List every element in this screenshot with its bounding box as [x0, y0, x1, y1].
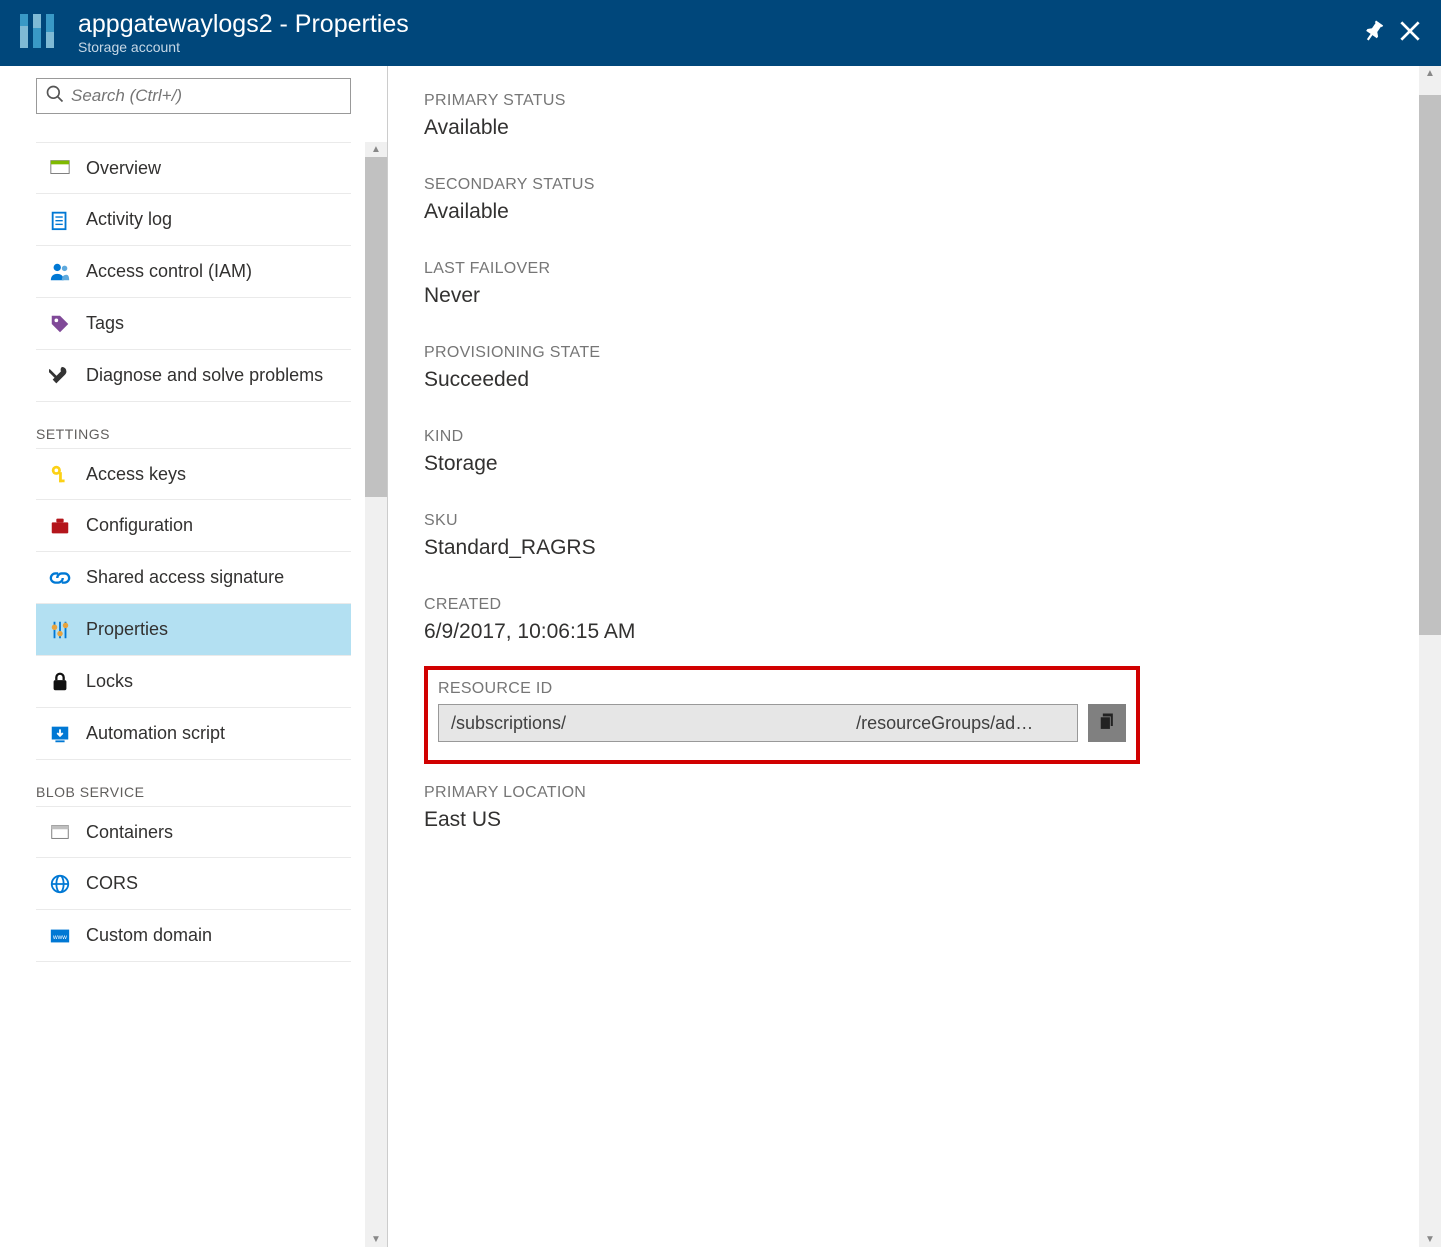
tools-icon: [46, 365, 74, 387]
sidebar-item-locks[interactable]: Locks: [36, 656, 351, 708]
toolbox-icon: [46, 515, 74, 537]
copy-icon: [1097, 711, 1117, 736]
sidebar-item-label: Configuration: [86, 515, 193, 536]
sidebar-item-label: Containers: [86, 822, 173, 843]
scroll-up-icon[interactable]: ▲: [1425, 66, 1435, 81]
sidebar-item-overview[interactable]: Overview: [36, 142, 351, 194]
field-value-created: 6/9/2017, 10:06:15 AM: [424, 620, 1405, 644]
sidebar: Overview Activity log Access control (IA…: [0, 66, 388, 1247]
scrollbar-thumb[interactable]: [365, 157, 387, 497]
sidebar-item-label: Locks: [86, 671, 133, 692]
sidebar-item-access-keys[interactable]: Access keys: [36, 448, 351, 500]
content-panel: PRIMARY STATUS Available SECONDARY STATU…: [388, 66, 1441, 1247]
sidebar-item-label: Tags: [86, 313, 124, 334]
activity-log-icon: [46, 209, 74, 231]
sidebar-item-activity-log[interactable]: Activity log: [36, 194, 351, 246]
scroll-down-icon[interactable]: ▼: [1425, 1232, 1435, 1247]
resource-id-highlight: RESOURCE ID: [424, 666, 1140, 764]
field-label-sku: SKU: [424, 512, 1405, 530]
scroll-down-icon[interactable]: ▼: [371, 1232, 381, 1247]
sidebar-scrollbar[interactable]: ▲ ▼: [365, 142, 387, 1247]
globe-icon: [46, 873, 74, 895]
lock-icon: [46, 671, 74, 693]
sidebar-item-label: Automation script: [86, 723, 225, 744]
field-value-kind: Storage: [424, 452, 1405, 476]
sidebar-item-label: Overview: [86, 158, 161, 179]
sliders-icon: [46, 619, 74, 641]
scroll-up-icon[interactable]: ▲: [371, 142, 381, 157]
field-value-last-failover: Never: [424, 284, 1405, 308]
sidebar-item-configuration[interactable]: Configuration: [36, 500, 351, 552]
close-icon[interactable]: [1397, 18, 1423, 49]
field-label-created: CREATED: [424, 596, 1405, 614]
content-scrollbar[interactable]: ▲ ▼: [1419, 66, 1441, 1247]
field-label-primary-status: PRIMARY STATUS: [424, 92, 1405, 110]
sidebar-item-label: Access keys: [86, 464, 186, 485]
resource-id-input[interactable]: [438, 704, 1078, 742]
field-label-resource-id: RESOURCE ID: [438, 680, 1126, 698]
field-label-provisioning-state: PROVISIONING STATE: [424, 344, 1405, 362]
sidebar-item-diagnose[interactable]: Diagnose and solve problems: [36, 350, 351, 402]
section-label-settings: SETTINGS: [36, 426, 351, 442]
search-input-container[interactable]: [36, 78, 351, 114]
www-icon: www: [46, 925, 74, 947]
sidebar-item-label: Shared access signature: [86, 567, 284, 588]
sidebar-item-access-control[interactable]: Access control (IAM): [36, 246, 351, 298]
search-icon: [45, 84, 65, 109]
sidebar-item-cors[interactable]: CORS: [36, 858, 351, 910]
key-icon: [46, 463, 74, 485]
svg-text:www: www: [52, 933, 67, 940]
sidebar-item-custom-domain[interactable]: www Custom domain: [36, 910, 351, 962]
sidebar-item-containers[interactable]: Containers: [36, 806, 351, 858]
search-input[interactable]: [71, 86, 342, 106]
sidebar-item-label: Access control (IAM): [86, 261, 252, 282]
sidebar-item-tags[interactable]: Tags: [36, 298, 351, 350]
sidebar-item-label: Diagnose and solve problems: [86, 365, 323, 386]
sidebar-item-label: CORS: [86, 873, 138, 894]
people-icon: [46, 261, 74, 283]
tag-icon: [46, 313, 74, 335]
field-value-primary-status: Available: [424, 116, 1405, 140]
sidebar-item-label: Custom domain: [86, 925, 212, 946]
field-value-provisioning-state: Succeeded: [424, 368, 1405, 392]
field-label-kind: KIND: [424, 428, 1405, 446]
page-subtitle: Storage account: [78, 39, 1361, 55]
download-icon: [46, 723, 74, 745]
containers-icon: [46, 821, 74, 843]
storage-account-icon: [14, 8, 60, 59]
sidebar-item-properties[interactable]: Properties: [36, 604, 351, 656]
link-icon: [46, 567, 74, 589]
pin-icon[interactable]: [1361, 18, 1387, 49]
field-value-primary-location: East US: [424, 808, 1405, 832]
field-value-secondary-status: Available: [424, 200, 1405, 224]
header: appgatewaylogs2 - Properties Storage acc…: [0, 0, 1441, 66]
section-label-blob: BLOB SERVICE: [36, 784, 351, 800]
sidebar-item-label: Activity log: [86, 209, 172, 230]
field-label-primary-location: PRIMARY LOCATION: [424, 784, 1405, 802]
sidebar-item-label: Properties: [86, 619, 168, 640]
overview-icon: [46, 157, 74, 179]
field-value-sku: Standard_RAGRS: [424, 536, 1405, 560]
page-title: appgatewaylogs2 - Properties: [78, 11, 1361, 39]
copy-button[interactable]: [1088, 704, 1126, 742]
sidebar-item-automation-script[interactable]: Automation script: [36, 708, 351, 760]
sidebar-item-shared-access-signature[interactable]: Shared access signature: [36, 552, 351, 604]
field-label-secondary-status: SECONDARY STATUS: [424, 176, 1405, 194]
scrollbar-thumb[interactable]: [1419, 95, 1441, 635]
field-label-last-failover: LAST FAILOVER: [424, 260, 1405, 278]
